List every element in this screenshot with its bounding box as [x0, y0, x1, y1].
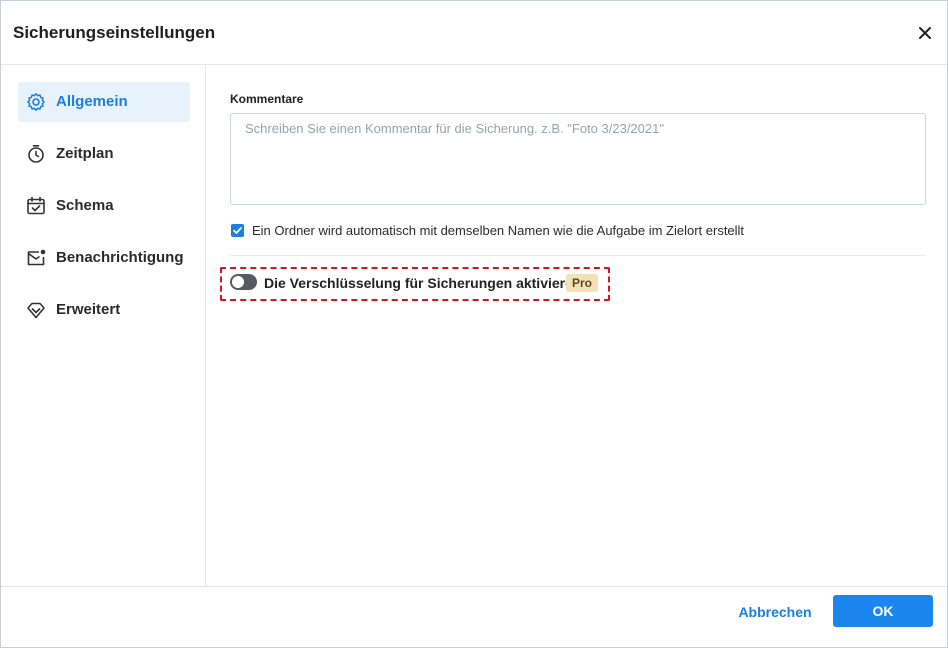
sidebar-item-label: Erweitert	[56, 301, 121, 318]
mail-notification-icon	[27, 249, 46, 266]
backup-settings-dialog: Sicherungseinstellungen Allgemein Zeitpl…	[0, 0, 948, 648]
sidebar-item-erweitert[interactable]: Erweitert	[18, 290, 190, 330]
sidebar-item-label: Benachrichtigung	[56, 249, 184, 266]
dialog-footer: Abbrechen OK	[1, 586, 947, 647]
diamond-icon	[27, 302, 45, 319]
comments-label: Kommentare	[230, 92, 304, 106]
sidebar-item-label: Schema	[56, 197, 114, 214]
title-bar: Sicherungseinstellungen	[1, 1, 947, 65]
stopwatch-icon	[28, 145, 44, 163]
gear-icon	[27, 93, 45, 111]
auto-folder-label: Ein Ordner wird automatisch mit demselbe…	[252, 223, 745, 238]
auto-folder-checkbox[interactable]	[231, 224, 244, 237]
close-button[interactable]	[913, 21, 937, 45]
checkmark-icon	[233, 227, 242, 234]
calendar-check-icon	[27, 196, 45, 215]
comments-input[interactable]	[230, 113, 926, 205]
pro-badge: Pro	[566, 274, 598, 292]
dialog-title: Sicherungseinstellungen	[13, 23, 216, 42]
sidebar-item-benachrichtigung[interactable]: Benachrichtigung	[18, 238, 190, 278]
close-icon	[919, 27, 931, 39]
sidebar-item-allgemein[interactable]: Allgemein	[18, 82, 190, 122]
sidebar-item-label: Allgemein	[56, 93, 128, 110]
encryption-toggle[interactable]	[230, 274, 257, 290]
sidebar-item-zeitplan[interactable]: Zeitplan	[18, 134, 190, 174]
settings-sidebar: Allgemein Zeitplan Schema Benachrichtigu…	[1, 65, 206, 586]
ok-button[interactable]: OK	[833, 595, 933, 627]
sidebar-item-label: Zeitplan	[56, 145, 114, 162]
encryption-label: Die Verschlüsselung für Sicherungen akti…	[264, 275, 582, 291]
divider	[230, 255, 926, 256]
toggle-knob	[232, 276, 244, 288]
sidebar-item-schema[interactable]: Schema	[18, 186, 190, 226]
general-settings-panel: Kommentare Ein Ordner wird automatisch m…	[207, 65, 947, 586]
cancel-button[interactable]: Abbrechen	[727, 597, 823, 627]
